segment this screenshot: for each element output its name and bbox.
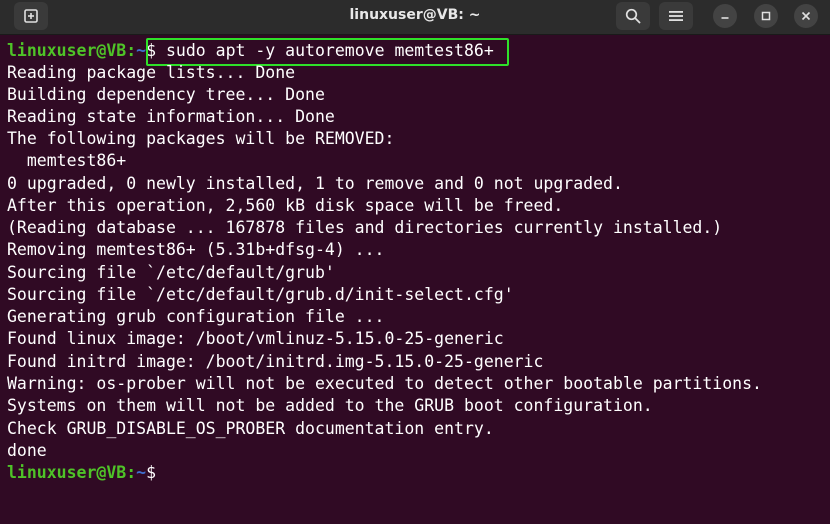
close-button[interactable] xyxy=(794,4,818,28)
prompt-user-host: linuxuser@VB xyxy=(7,463,127,482)
output-line: 0 upgraded, 0 newly installed, 1 to remo… xyxy=(7,174,623,193)
minimize-icon xyxy=(721,17,729,19)
close-icon xyxy=(801,11,811,21)
output-line: Sourcing file `/etc/default/grub' xyxy=(7,263,335,282)
output-line: Warning: os-prober will not be executed … xyxy=(7,374,762,393)
search-icon xyxy=(625,8,641,24)
output-line: Found linux image: /boot/vmlinuz-5.15.0-… xyxy=(7,329,504,348)
output-line: Reading package lists... Done xyxy=(7,63,296,82)
output-line: Reading state information... Done xyxy=(7,107,335,126)
prompt-path: ~ xyxy=(136,463,147,482)
final-prompt-line: linuxuser@VB:~$ xyxy=(7,462,156,484)
window-title: linuxuser@VB: ~ xyxy=(349,7,481,23)
minimize-button[interactable] xyxy=(713,4,737,28)
prompt-user-host: linuxuser@VB xyxy=(7,41,127,60)
prompt-symbol: $ xyxy=(146,463,157,482)
prompt-colon: : xyxy=(126,463,137,482)
output-line: memtest86+ xyxy=(7,151,127,170)
maximize-icon xyxy=(761,11,771,21)
menu-button[interactable] xyxy=(659,2,693,30)
output-line: done xyxy=(7,441,47,460)
maximize-button[interactable] xyxy=(754,4,778,28)
title-bar: linuxuser@VB: ~ xyxy=(0,0,830,35)
output-line: Generating grub configuration file ... xyxy=(7,307,385,326)
hamburger-menu-icon xyxy=(669,11,683,21)
output-line: Sourcing file `/etc/default/grub.d/init-… xyxy=(7,285,514,304)
prompt-colon: : xyxy=(126,41,137,60)
output-line: After this operation, 2,560 kB disk spac… xyxy=(7,196,564,215)
output-line: (Reading database ... 167878 files and d… xyxy=(7,218,723,237)
prompt-path: ~ xyxy=(136,41,147,60)
output-line: Check GRUB_DISABLE_OS_PROBER documentati… xyxy=(7,419,494,438)
search-button[interactable] xyxy=(616,2,650,30)
output-line: Found initrd image: /boot/initrd.img-5.1… xyxy=(7,352,544,371)
output-line: Building dependency tree... Done xyxy=(7,85,325,104)
output-line: Removing memtest86+ (5.31b+dfsg-4) ... xyxy=(7,240,385,259)
output-line: Systems on them will not be added to the… xyxy=(7,396,653,415)
output-line: The following packages will be REMOVED: xyxy=(7,129,395,148)
